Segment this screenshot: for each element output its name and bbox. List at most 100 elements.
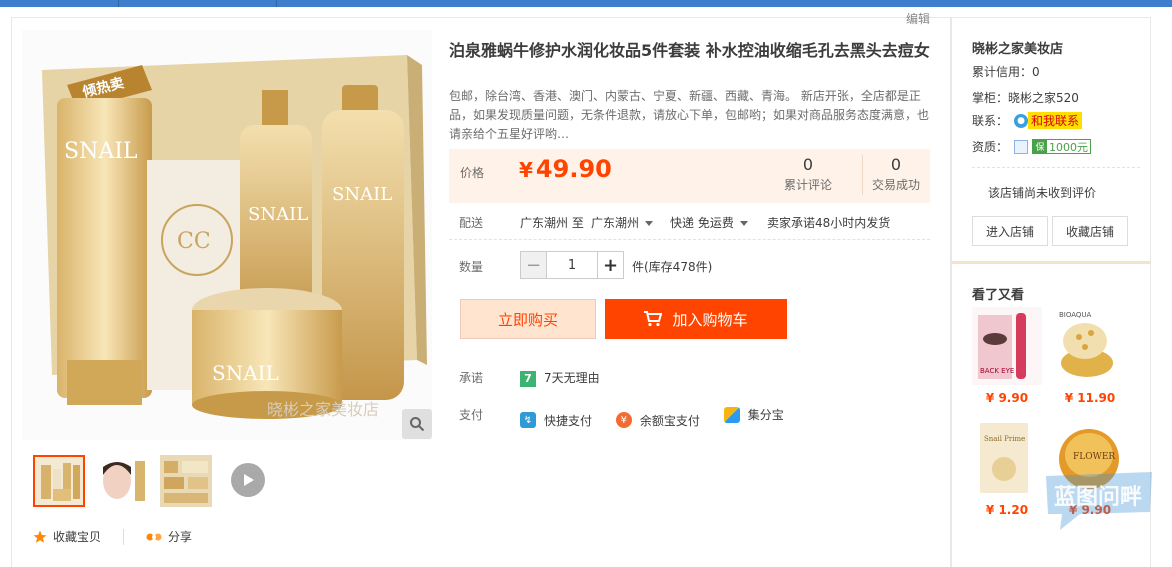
edit-link[interactable]: 编辑 xyxy=(906,10,930,27)
main-product-image[interactable]: 倾热卖 SNAIL CC SNAIL SNAIL SNAIL 晓彬之家美妆店 xyxy=(22,30,432,440)
id-card-icon[interactable] xyxy=(1014,139,1029,154)
nav-divider xyxy=(118,0,119,7)
payment-method[interactable]: ↯ 快捷支付 xyxy=(520,412,592,429)
recommend-item[interactable]: BIOAQUA ¥ 11.90 xyxy=(1055,307,1125,405)
chevron-down-icon xyxy=(645,221,654,226)
buy-now-button[interactable]: 立即购买 xyxy=(460,299,596,339)
ship-from: 广东潮州 至 xyxy=(520,216,584,230)
play-icon xyxy=(244,474,254,486)
product-photo: 倾热卖 SNAIL CC SNAIL SNAIL SNAIL 晓彬之家美妆店 xyxy=(22,30,432,440)
review-count: 0 xyxy=(802,155,814,174)
share-icon xyxy=(146,533,162,540)
share-button[interactable]: 分享 xyxy=(146,528,192,545)
recommend-price: ¥ 11.90 xyxy=(1064,391,1116,405)
promise-label: 承诺 xyxy=(459,371,484,385)
svg-text:BIOAQUA: BIOAQUA xyxy=(1059,311,1092,319)
sales-count: 0 xyxy=(890,155,902,174)
recommend-price: ¥ 1.20 xyxy=(985,503,1029,517)
product-title: 泊泉雅蜗牛修护水润化妆品5件套装 补水控油收缩毛孔去黑头去痘女 xyxy=(449,41,930,60)
star-icon xyxy=(33,530,47,543)
shop-panel: 晓彬之家美妆店 累计信用： 0 掌柜： 晓彬之家520 联系： ● 和我联系 资质： … xyxy=(951,17,1151,264)
payment-methods: ↯ 快捷支付 ¥ 余额宝支付 集分宝 xyxy=(520,406,804,429)
price-label: 价格 xyxy=(460,166,485,180)
wangwang-icon: ● xyxy=(1014,113,1029,128)
payment-method-label: 快捷支付 xyxy=(544,413,593,428)
shipping-label: 配送 xyxy=(459,216,484,230)
price-panel: 价格 ¥49.90 0 累计评论 0 交易成功 xyxy=(449,149,930,203)
contact-line: 联系： ● 和我联系 xyxy=(972,112,1083,129)
sales-label: 交易成功 xyxy=(871,178,920,192)
recommend-price: ¥ 9.90 xyxy=(985,391,1029,405)
currency-symbol: ¥ xyxy=(519,158,533,182)
chevron-down-icon xyxy=(739,221,748,226)
quantity-label: 数量 xyxy=(459,260,484,274)
top-nav-bar xyxy=(0,0,1172,7)
magnifier-icon xyxy=(410,417,425,432)
thumbnail-1[interactable] xyxy=(33,455,85,507)
promise-item[interactable]: 7 7天无理由 xyxy=(520,369,600,387)
thumbnail-2[interactable] xyxy=(97,455,149,507)
credit-line: 累计信用： 0 xyxy=(972,63,1040,80)
contact-button[interactable]: ● 和我联系 xyxy=(1014,112,1083,129)
ship-to-value: 广东潮州 xyxy=(591,216,640,230)
qualification-label: 资质： xyxy=(972,140,1009,154)
promise-text: 7天无理由 xyxy=(544,371,600,385)
contact-text: 和我联系 xyxy=(1028,112,1083,129)
svg-text:蓝图问畔: 蓝图问畔 xyxy=(1054,485,1142,510)
svg-text:SNAIL: SNAIL xyxy=(248,204,308,225)
decrease-button[interactable]: − xyxy=(521,252,547,278)
site-watermark: 蓝图问畔 xyxy=(1040,468,1158,532)
cart-icon xyxy=(644,311,663,327)
owner-value: 晓彬之家520 xyxy=(1008,91,1079,105)
zoom-button[interactable] xyxy=(402,409,432,439)
payment-method-label: 余额宝支付 xyxy=(639,413,700,428)
no-reviews-text: 该店铺尚未收到评价 xyxy=(988,186,1097,200)
enter-shop-button[interactable]: 进入店铺 xyxy=(972,216,1048,246)
recommend-item[interactable]: BACK EYE ¥ 9.90 xyxy=(972,307,1042,405)
ship-method-select[interactable]: 快递 免运费 xyxy=(670,214,748,231)
thumbnail-3[interactable] xyxy=(160,455,212,507)
svg-text:BACK EYE: BACK EYE xyxy=(980,367,1014,375)
recommend-item[interactable]: Snail Prime ¥ 1.20 xyxy=(972,419,1042,517)
owner-line: 掌柜： 晓彬之家520 xyxy=(972,89,1079,106)
ship-method-value: 快递 免运费 xyxy=(670,216,734,230)
shop-name[interactable]: 晓彬之家美妆店 xyxy=(972,38,1063,57)
play-video-button[interactable] xyxy=(231,463,265,497)
svg-text:CC: CC xyxy=(177,229,211,254)
divider xyxy=(449,239,930,240)
recommend-image: Snail Prime xyxy=(972,419,1042,497)
favorite-item-label: 收藏宝贝 xyxy=(53,530,102,544)
add-to-cart-label: 加入购物车 xyxy=(672,310,748,329)
quantity-input[interactable]: 1 xyxy=(547,252,597,278)
shield-icon: 保 xyxy=(1033,140,1048,153)
favorite-shop-button[interactable]: 收藏店铺 xyxy=(1052,216,1128,246)
jifenbao-icon xyxy=(723,406,740,423)
add-to-cart-button[interactable]: 加入购物车 xyxy=(605,299,787,339)
ship-to-select[interactable]: 广东潮州 xyxy=(591,214,654,231)
divider xyxy=(862,155,863,195)
svg-text:Snail Prime: Snail Prime xyxy=(984,435,1025,443)
svg-text:SNAIL: SNAIL xyxy=(332,184,392,205)
share-label: 分享 xyxy=(168,530,193,544)
svg-text:SNAIL: SNAIL xyxy=(212,361,279,385)
nav-divider xyxy=(276,0,277,7)
credit-label: 累计信用： xyxy=(972,65,1033,79)
also-viewed-heading: 看了又看 xyxy=(972,288,1025,303)
quick-pay-icon: ↯ xyxy=(520,412,536,428)
deposit-badge[interactable]: 保 1000元 xyxy=(1032,139,1092,154)
favorite-item-button[interactable]: 收藏宝贝 xyxy=(33,528,101,545)
review-stat[interactable]: 0 累计评论 xyxy=(777,155,839,193)
contact-label: 联系： xyxy=(972,114,1009,128)
divider xyxy=(123,528,125,545)
yuebao-icon: ¥ xyxy=(615,412,632,428)
payment-label: 支付 xyxy=(459,408,484,422)
product-actions: 收藏宝贝 分享 xyxy=(33,528,192,545)
payment-method[interactable]: ¥ 余额宝支付 xyxy=(615,412,700,429)
owner-label: 掌柜： xyxy=(972,91,1009,105)
price-value: ¥49.90 xyxy=(519,155,612,183)
payment-method-label: 集分宝 xyxy=(747,408,784,422)
ship-promise: 卖家承诺48小时内发货 xyxy=(767,216,891,230)
recommend-image: BIOAQUA xyxy=(1055,307,1125,385)
payment-method[interactable]: 集分宝 xyxy=(723,406,784,423)
increase-button[interactable]: + xyxy=(597,252,623,278)
